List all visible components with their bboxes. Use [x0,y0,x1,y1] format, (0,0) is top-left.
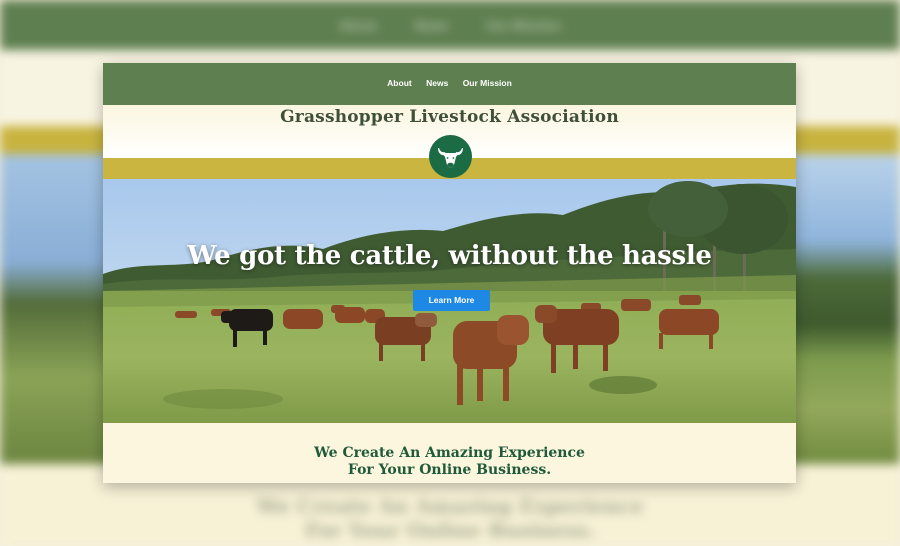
bg-nav-news: News [414,18,449,33]
site-title: Grasshopper Livestock Association [280,107,619,127]
tagline-line-2: For Your Online Business. [347,462,552,478]
hero-headline: We got the cattle, without the hassle [187,241,712,271]
bg-nav-links: About News Our Mission [0,18,900,33]
nav-item-about[interactable]: About [387,78,412,88]
bg-nav-mission: Our Mission [485,18,561,33]
top-nav: About News Our Mission [103,63,796,105]
hero-section: We got the cattle, without the hassle Le… [103,179,796,423]
website-card: About News Our Mission Grasshopper Lives… [103,63,796,483]
bg-tagline: We Create An Amazing Experience For Your… [256,494,644,542]
bg-hero-left [0,154,110,464]
nav-item-our-mission[interactable]: Our Mission [463,78,512,88]
tagline-line-1: We Create An Amazing Experience [314,445,585,461]
section-tagline: We Create An Amazing Experience For Your… [103,445,796,479]
bull-head-icon[interactable] [429,135,472,178]
nav-links: About News Our Mission [103,78,796,88]
nav-item-news[interactable]: News [426,78,448,88]
bg-nav-about: About [339,18,377,33]
learn-more-button[interactable]: Learn More [413,290,490,311]
